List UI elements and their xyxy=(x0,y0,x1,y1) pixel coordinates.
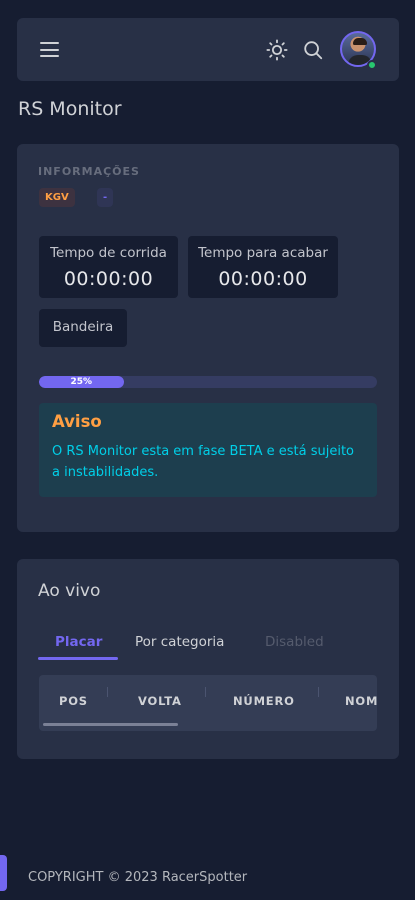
column-separator xyxy=(318,687,319,697)
remaining-time-box: Tempo para acabar 00:00:00 xyxy=(188,236,338,298)
remaining-time-value: 00:00:00 xyxy=(218,268,308,290)
tab-placar[interactable]: Placar xyxy=(55,634,102,650)
online-status-dot xyxy=(367,60,377,70)
sun-icon[interactable] xyxy=(266,39,288,61)
column-header-pos[interactable]: POS xyxy=(59,694,88,708)
column-header-volta[interactable]: VOLTA xyxy=(138,694,182,708)
flag-box: Bandeira xyxy=(39,309,127,347)
active-tab-indicator xyxy=(38,657,118,660)
category-badge: KGV xyxy=(39,188,75,207)
tab-por-categoria[interactable]: Por categoria xyxy=(135,634,224,650)
remaining-time-label: Tempo para acabar xyxy=(198,245,328,261)
menu-icon[interactable] xyxy=(40,42,59,57)
race-time-value: 00:00:00 xyxy=(63,268,154,290)
top-navbar xyxy=(17,18,399,81)
customizer-toggle[interactable] xyxy=(0,855,7,891)
info-card: INFORMAÇÕES KGV - Tempo de corrida 00:00… xyxy=(17,144,399,532)
scoreboard-table[interactable]: POS VOLTA NÚMERO NOM xyxy=(39,675,377,731)
page-title: RS Monitor xyxy=(18,98,122,120)
tab-disabled: Disabled xyxy=(265,634,324,650)
race-time-box: Tempo de corrida 00:00:00 xyxy=(39,236,178,298)
live-title: Ao vivo xyxy=(38,581,101,601)
race-progress-bar: 25% xyxy=(39,376,377,388)
live-card: Ao vivo Placar Por categoria Disabled PO… xyxy=(17,559,399,759)
flag-label: Bandeira xyxy=(52,319,114,335)
alert-body: O RS Monitor esta em fase BETA e está su… xyxy=(52,444,355,480)
column-separator xyxy=(205,687,206,697)
race-time-label: Tempo de corrida xyxy=(50,245,167,261)
horizontal-scrollbar[interactable] xyxy=(43,723,178,726)
beta-alert: Aviso O RS Monitor esta em fase BETA e e… xyxy=(39,403,377,497)
column-separator xyxy=(107,687,108,697)
footer-copyright: COPYRIGHT © 2023 RacerSpotter xyxy=(28,870,248,885)
secondary-badge: - xyxy=(97,188,114,207)
progress-fill: 25% xyxy=(39,376,124,388)
column-header-numero[interactable]: NÚMERO xyxy=(233,694,295,708)
search-icon[interactable] xyxy=(302,39,324,61)
column-header-nome[interactable]: NOM xyxy=(345,694,377,708)
alert-title: Aviso xyxy=(52,412,102,431)
info-section-label: INFORMAÇÕES xyxy=(38,165,140,178)
